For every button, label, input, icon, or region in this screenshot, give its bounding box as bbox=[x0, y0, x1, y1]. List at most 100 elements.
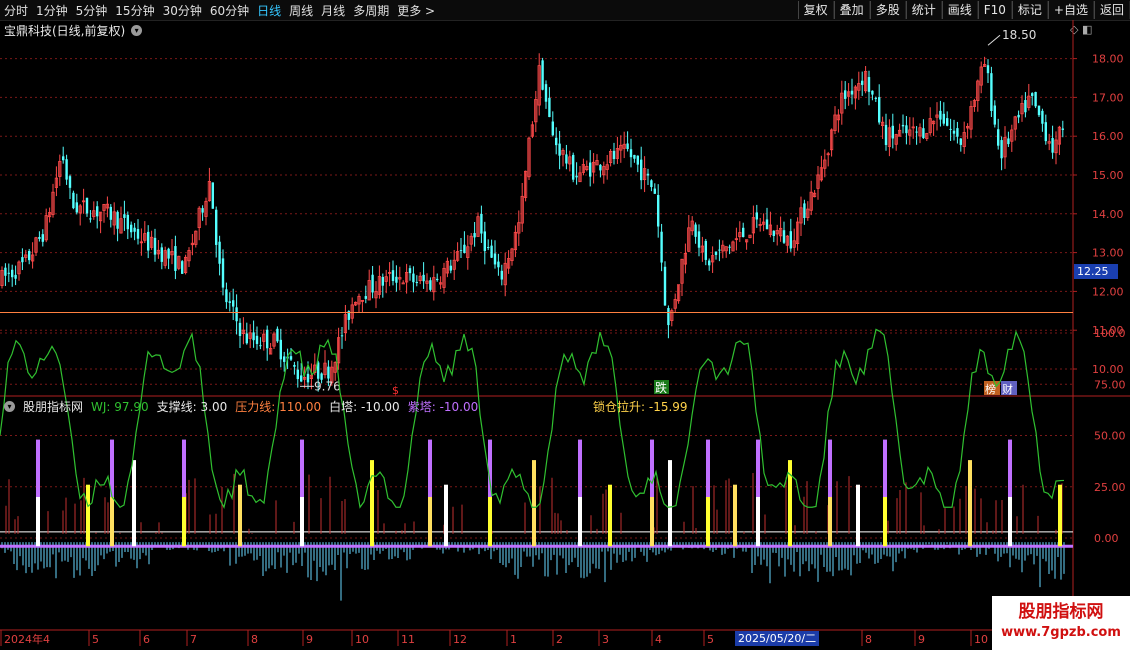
price-tick-label: 17.00 bbox=[1092, 91, 1124, 104]
date-label: 8 bbox=[251, 633, 258, 646]
badge-bang-label: 榜 bbox=[985, 382, 996, 396]
price-tick-label: 12.00 bbox=[1092, 285, 1124, 298]
purple-tower-bar bbox=[578, 439, 582, 497]
current-price-tag: 12.25 bbox=[1074, 264, 1118, 279]
purple-tower-bar bbox=[182, 439, 186, 497]
candle-body bbox=[68, 176, 72, 188]
date-label: 9 bbox=[306, 633, 313, 646]
candle-body bbox=[558, 143, 561, 156]
candle-body bbox=[463, 244, 466, 253]
candle-body bbox=[589, 162, 592, 177]
tower-bar bbox=[370, 460, 374, 547]
candle-body bbox=[548, 97, 551, 118]
candle-body bbox=[130, 224, 133, 233]
candle-body bbox=[905, 125, 908, 134]
candle-body bbox=[266, 329, 269, 349]
candle-body bbox=[415, 281, 418, 283]
candle-body bbox=[878, 97, 881, 123]
candle-body bbox=[480, 213, 483, 234]
candle-body bbox=[7, 272, 10, 274]
candle-body bbox=[772, 230, 775, 236]
candle-body bbox=[541, 60, 544, 90]
purple-readout: 紫塔: -10.00 bbox=[408, 398, 479, 415]
candle-body bbox=[952, 130, 956, 134]
candle-body bbox=[565, 154, 568, 164]
chevron-down-icon[interactable]: ▾ bbox=[4, 401, 15, 412]
candle-body bbox=[123, 214, 126, 218]
candle-body bbox=[867, 77, 871, 92]
tower-bar bbox=[1008, 497, 1012, 547]
candle-body bbox=[255, 335, 259, 344]
candle-body bbox=[663, 266, 667, 306]
candle-body bbox=[633, 154, 636, 159]
chart-canvas: 18.0017.0016.0015.0014.0013.0012.0011.00… bbox=[0, 20, 1130, 646]
candle-body bbox=[803, 203, 806, 219]
date-label: 10 bbox=[355, 633, 369, 646]
pressure-readout: 压力线: 110.00 bbox=[235, 398, 321, 415]
candle-body bbox=[238, 322, 242, 337]
indicator-tick-label: 75.00 bbox=[1094, 378, 1126, 391]
candle-body bbox=[75, 202, 78, 213]
candle-body bbox=[667, 307, 670, 326]
candle-body bbox=[993, 105, 996, 125]
candle-body bbox=[221, 258, 225, 288]
high-label: 18.50 bbox=[1002, 28, 1036, 42]
purple-tower-bar bbox=[1008, 439, 1012, 497]
wj-readout: WJ: 97.90 bbox=[91, 400, 149, 414]
tower-bar bbox=[532, 460, 536, 547]
date-label: 4 bbox=[655, 633, 662, 646]
candle-body bbox=[922, 128, 925, 139]
candle-body bbox=[436, 278, 439, 281]
candle-body bbox=[708, 260, 711, 266]
tower-bar bbox=[86, 484, 90, 547]
candle-body bbox=[990, 73, 993, 111]
date-label: 6 bbox=[143, 633, 150, 646]
support-readout: 支撑线: 3.00 bbox=[157, 398, 228, 415]
tower-bar bbox=[608, 484, 612, 547]
tower-bar bbox=[182, 497, 186, 547]
candle-body bbox=[228, 301, 231, 303]
candle-body bbox=[1017, 114, 1020, 118]
candle-body bbox=[487, 247, 490, 249]
lock-label: 锁仓拉升: bbox=[593, 400, 646, 414]
candle-body bbox=[283, 356, 286, 362]
candle-body bbox=[861, 80, 864, 85]
candle-body bbox=[340, 335, 344, 337]
candle-body bbox=[41, 234, 44, 242]
candle-body bbox=[650, 180, 653, 188]
candle-body bbox=[160, 247, 163, 262]
white-value: -10.00 bbox=[361, 400, 400, 414]
candle-body bbox=[626, 143, 629, 150]
candle-body bbox=[296, 369, 299, 380]
price-tick-label: 10.00 bbox=[1092, 363, 1124, 376]
wj-label: WJ: bbox=[91, 399, 111, 414]
candle-body bbox=[11, 269, 14, 278]
candle-body bbox=[38, 236, 41, 239]
price-tick-label: 14.00 bbox=[1092, 208, 1124, 221]
purple-label: 紫塔: bbox=[407, 400, 436, 414]
candle-body bbox=[997, 129, 1000, 146]
purple-tower-bar bbox=[428, 439, 432, 497]
low-label: 9.76 bbox=[314, 379, 341, 393]
white-label: 白塔: bbox=[329, 400, 358, 414]
candle-body bbox=[4, 267, 7, 276]
candle-body bbox=[408, 268, 412, 274]
date-label: 2 bbox=[556, 633, 563, 646]
candle-body bbox=[697, 231, 701, 248]
candle-body bbox=[96, 206, 99, 217]
indicator-tick-label: 25.00 bbox=[1094, 481, 1126, 494]
candle-body bbox=[1000, 140, 1003, 159]
date-label: 11 bbox=[401, 633, 415, 646]
candle-body bbox=[497, 261, 500, 268]
candle-body bbox=[1051, 138, 1054, 153]
date-label: 7 bbox=[190, 633, 197, 646]
candle-body bbox=[449, 265, 452, 271]
watermark-url: www.7gpzb.com bbox=[1001, 625, 1121, 640]
signal-die-label: 跌 bbox=[655, 380, 667, 395]
tower-bar bbox=[856, 484, 860, 547]
candle-body bbox=[201, 208, 204, 213]
candle-body bbox=[646, 173, 650, 176]
candle-body bbox=[422, 274, 425, 282]
candle-body bbox=[765, 219, 769, 230]
candle-body bbox=[167, 248, 170, 259]
